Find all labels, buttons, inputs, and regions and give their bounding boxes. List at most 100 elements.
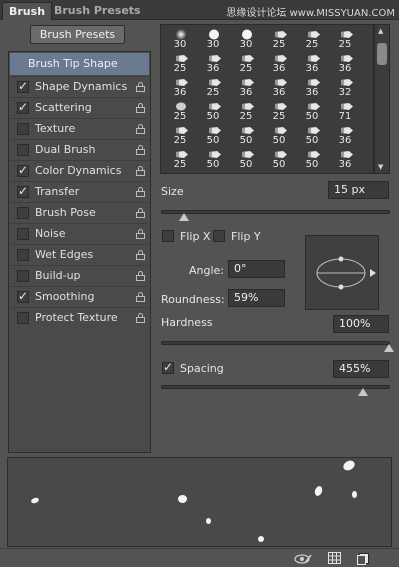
roundness-field[interactable]: 59% [228, 289, 285, 307]
brush-tip-cell[interactable]: 25 [165, 99, 195, 123]
spacing-slider-handle[interactable] [357, 388, 368, 396]
lock-icon[interactable] [136, 229, 145, 239]
brush-tip-cell[interactable]: 30 [165, 27, 195, 51]
option-scattering[interactable]: Scattering [10, 97, 149, 118]
option-checkbox[interactable] [17, 123, 29, 135]
lock-icon[interactable] [136, 313, 145, 323]
flip-x-label: Flip X [180, 230, 211, 243]
brush-tip-cell[interactable]: 25 [297, 27, 327, 51]
option-smoothing[interactable]: Smoothing [10, 286, 149, 307]
brush-tip-cell[interactable]: 25 [264, 99, 294, 123]
size-field[interactable]: 15 px [328, 181, 389, 199]
spacing-field[interactable]: 455% [333, 360, 389, 378]
brush-tip-cell[interactable]: 36 [297, 75, 327, 99]
brush-tip-cell[interactable]: 50 [297, 99, 327, 123]
brush-tip-cell[interactable]: 71 [330, 99, 360, 123]
lock-icon[interactable] [136, 82, 145, 92]
hardness-field[interactable]: 100% [333, 315, 389, 333]
option-checkbox[interactable] [17, 184, 29, 198]
brush-tip-cell[interactable]: 36 [330, 51, 360, 75]
brush-tip-cell[interactable]: 25 [198, 75, 228, 99]
brush-tip-cell[interactable]: 50 [297, 123, 327, 147]
brush-tip-cell[interactable]: 25 [231, 99, 261, 123]
angle-roundness-widget[interactable] [305, 235, 379, 310]
brush-tip-cell[interactable]: 50 [264, 147, 294, 171]
option-checkbox[interactable] [17, 100, 29, 114]
lock-icon[interactable] [136, 208, 145, 218]
lock-icon[interactable] [136, 292, 145, 302]
scroll-thumb[interactable] [377, 43, 387, 65]
size-slider[interactable] [161, 210, 390, 214]
grid-icon[interactable] [328, 552, 341, 564]
lock-icon[interactable] [136, 271, 145, 281]
brush-tip-cell[interactable]: 25 [231, 51, 261, 75]
brush-tip-cell[interactable]: 50 [231, 147, 261, 171]
brush-tip-cell[interactable]: 36 [165, 75, 195, 99]
option-build-up[interactable]: Build-up [10, 265, 149, 286]
brush-tip-cell[interactable]: 50 [231, 123, 261, 147]
new-preset-icon[interactable] [357, 552, 370, 565]
spacing-slider[interactable] [161, 385, 390, 389]
option-checkbox[interactable] [17, 79, 29, 93]
brush-tip-cell[interactable]: 36 [264, 75, 294, 99]
option-transfer[interactable]: Transfer [10, 181, 149, 202]
grid-scrollbar[interactable]: ▲ ▼ [374, 24, 390, 174]
lock-icon[interactable] [136, 250, 145, 260]
option-checkbox[interactable] [17, 228, 29, 240]
eye-brush-icon[interactable] [294, 552, 312, 565]
brush-tip-cell[interactable]: 50 [198, 147, 228, 171]
brush-tip-cell[interactable]: 36 [264, 51, 294, 75]
brush-tip-cell[interactable]: 30 [231, 27, 261, 51]
brush-tip-shape-item[interactable]: Brush Tip Shape [10, 53, 149, 75]
brush-tip-cell[interactable]: 25 [165, 147, 195, 171]
brush-tip-cell[interactable]: 32 [330, 75, 360, 99]
option-shape-dynamics[interactable]: Shape Dynamics [10, 76, 149, 97]
lock-icon[interactable] [136, 124, 145, 134]
brush-tip-cell[interactable]: 36 [231, 75, 261, 99]
option-checkbox[interactable] [17, 207, 29, 219]
scroll-down-icon[interactable]: ▼ [378, 163, 383, 171]
lock-icon[interactable] [136, 166, 145, 176]
option-checkbox[interactable] [17, 249, 29, 261]
brush-tip-cell[interactable]: 36 [198, 51, 228, 75]
brush-ellipse-icon [316, 256, 376, 290]
brush-tip-cell[interactable]: 36 [297, 51, 327, 75]
option-checkbox[interactable] [17, 312, 29, 324]
brush-tip-cell[interactable]: 25 [330, 27, 360, 51]
flip-y-checkbox[interactable] [213, 230, 225, 242]
hardness-slider[interactable] [161, 341, 390, 345]
brush-tip-cell[interactable]: 25 [165, 123, 195, 147]
hardness-slider-handle[interactable] [384, 344, 394, 352]
option-dual-brush[interactable]: Dual Brush [10, 139, 149, 160]
option-checkbox[interactable] [17, 163, 29, 177]
option-checkbox[interactable] [17, 289, 29, 303]
tab-brush-presets[interactable]: Brush Presets [48, 2, 147, 20]
option-wet-edges[interactable]: Wet Edges [10, 244, 149, 265]
brush-tip-cell[interactable]: 50 [198, 99, 228, 123]
brush-tip-cell[interactable]: 36 [330, 123, 360, 147]
flip-x-checkbox[interactable] [162, 230, 174, 242]
brush-tip-cell[interactable]: 25 [165, 51, 195, 75]
spacing-checkbox[interactable] [162, 360, 174, 374]
tab-brush[interactable]: Brush [2, 2, 53, 20]
angle-field[interactable]: 0° [228, 260, 285, 278]
lock-icon[interactable] [136, 145, 145, 155]
option-protect-texture[interactable]: Protect Texture [10, 307, 149, 328]
option-checkbox[interactable] [17, 144, 29, 156]
brush-presets-button[interactable]: Brush Presets [30, 25, 125, 44]
lock-icon[interactable] [136, 187, 145, 197]
lock-icon[interactable] [136, 103, 145, 113]
option-color-dynamics[interactable]: Color Dynamics [10, 160, 149, 181]
option-noise[interactable]: Noise [10, 223, 149, 244]
brush-tip-cell[interactable]: 50 [264, 123, 294, 147]
brush-tip-cell[interactable]: 50 [297, 147, 327, 171]
size-slider-handle[interactable] [178, 213, 189, 221]
option-checkbox[interactable] [17, 270, 29, 282]
brush-tip-cell[interactable]: 50 [198, 123, 228, 147]
brush-tip-cell[interactable]: 30 [198, 27, 228, 51]
brush-tip-cell[interactable]: 25 [264, 27, 294, 51]
option-brush-pose[interactable]: Brush Pose [10, 202, 149, 223]
option-texture[interactable]: Texture [10, 118, 149, 139]
scroll-up-icon[interactable]: ▲ [378, 27, 383, 35]
brush-tip-cell[interactable]: 36 [330, 147, 360, 171]
